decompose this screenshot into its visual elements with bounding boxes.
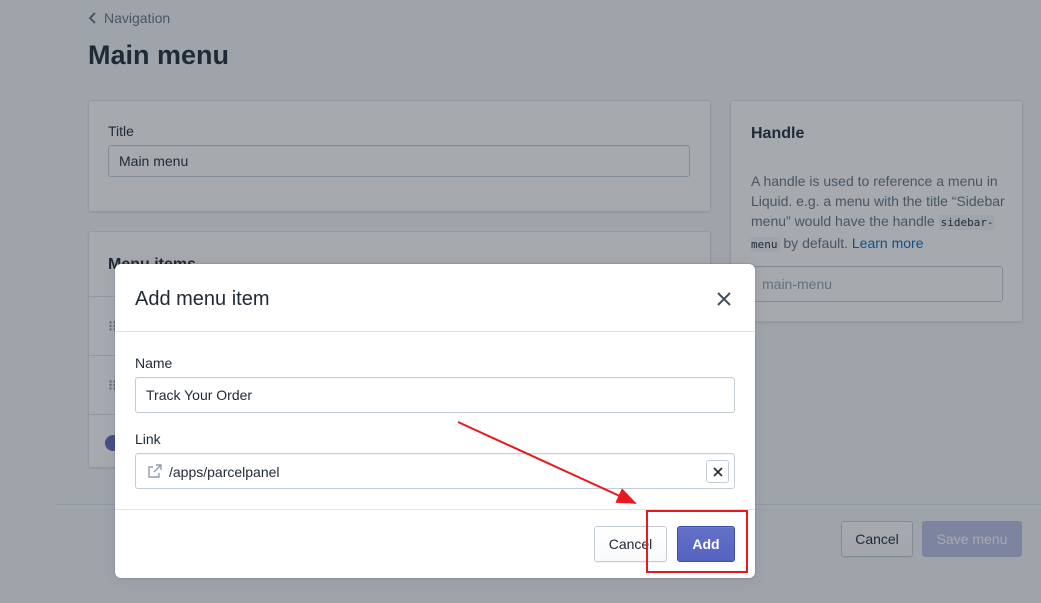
close-button[interactable] bbox=[713, 288, 735, 310]
modal-title: Add menu item bbox=[135, 288, 270, 310]
modal-header: Add menu item bbox=[115, 264, 755, 332]
link-input[interactable]: /apps/parcelpanel bbox=[135, 453, 735, 489]
external-link-icon bbox=[148, 464, 162, 478]
name-field-label: Name bbox=[135, 355, 173, 371]
clear-link-button[interactable] bbox=[706, 460, 729, 483]
name-input[interactable]: Track Your Order bbox=[135, 377, 735, 413]
clear-icon bbox=[712, 466, 723, 477]
annotation-highlight-box bbox=[646, 510, 748, 573]
close-icon bbox=[717, 292, 731, 306]
link-field-label: Link bbox=[135, 431, 161, 447]
link-value: /apps/parcelpanel bbox=[169, 464, 280, 480]
